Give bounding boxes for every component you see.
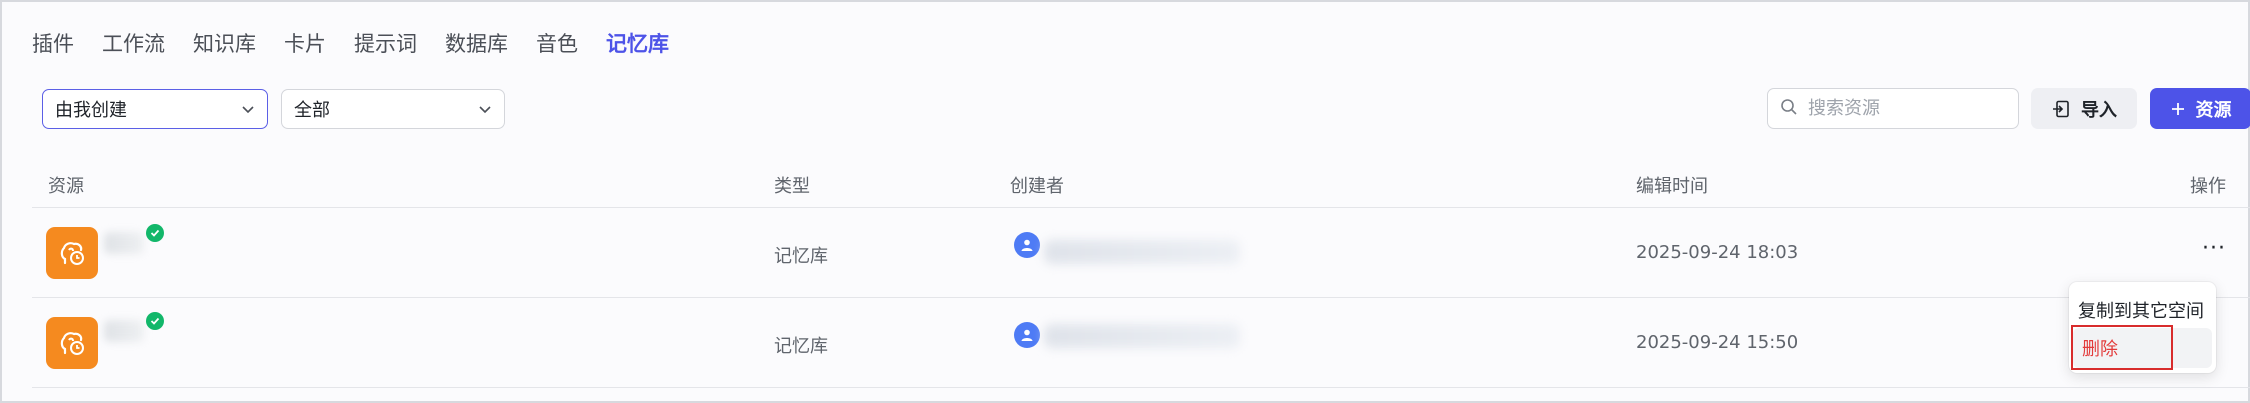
search-icon [1780, 98, 1798, 120]
add-resource-label: 资源 [2195, 99, 2232, 120]
memory-icon [46, 227, 98, 279]
header-type: 类型 [774, 176, 810, 197]
chevron-down-icon [241, 102, 255, 116]
type-filter-value: 全部 [294, 100, 330, 121]
delete-highlight-box [2071, 325, 2173, 370]
import-button[interactable]: 导入 [2031, 88, 2137, 129]
table-row[interactable]: 记忆库 2025-09-24 18:03 ··· [32, 208, 2250, 298]
chevron-down-icon [478, 102, 492, 116]
search-input[interactable] [1808, 98, 2008, 119]
header-operations: 操作 [2190, 176, 2226, 197]
plus-icon [2171, 102, 2184, 115]
tab-knowledge[interactable]: 知识库 [193, 28, 256, 58]
resource-type: 记忆库 [774, 246, 828, 267]
tab-databases[interactable]: 数据库 [445, 28, 508, 58]
page-frame: 插件 工作流 知识库 卡片 提示词 数据库 音色 记忆库 由我创建 全部 导入 [0, 0, 2250, 403]
header-edited-time: 编辑时间 [1636, 176, 1708, 197]
add-resource-button[interactable]: 资源 [2150, 88, 2250, 129]
owner-filter-select[interactable]: 由我创建 [42, 89, 268, 129]
creator-name-redacted [1044, 324, 1240, 348]
status-check-icon [146, 224, 164, 242]
header-creator: 创建者 [1010, 176, 1064, 197]
resource-name-redacted [104, 320, 144, 342]
search-box[interactable] [1767, 88, 2019, 129]
edited-time: 2025-09-24 18:03 [1636, 242, 1799, 263]
tab-workflows[interactable]: 工作流 [102, 28, 165, 58]
tab-cards[interactable]: 卡片 [284, 28, 326, 58]
memory-icon [46, 317, 98, 369]
more-actions-icon[interactable]: ··· [2202, 236, 2226, 261]
header-resource: 资源 [48, 176, 84, 197]
user-avatar-icon [1014, 232, 1040, 258]
owner-filter-value: 由我创建 [55, 100, 127, 121]
tab-plugins[interactable]: 插件 [32, 28, 74, 58]
edited-time: 2025-09-24 15:50 [1636, 332, 1799, 353]
status-check-icon [146, 312, 164, 330]
resource-name-redacted [104, 232, 144, 254]
resource-tabs: 插件 工作流 知识库 卡片 提示词 数据库 音色 记忆库 [32, 28, 697, 58]
menu-item-copy-to-space[interactable]: 复制到其它空间 [2069, 290, 2216, 330]
tab-memory[interactable]: 记忆库 [606, 28, 669, 58]
table-row[interactable]: 记忆库 2025-09-24 15:50 [32, 298, 2250, 388]
tab-prompts[interactable]: 提示词 [354, 28, 417, 58]
user-avatar-icon [1014, 322, 1040, 348]
import-label: 导入 [2081, 99, 2117, 120]
tab-voices[interactable]: 音色 [536, 28, 578, 58]
creator-name-redacted [1044, 240, 1240, 264]
table-header: 资源 类型 创建者 编辑时间 操作 [32, 162, 2250, 208]
import-icon [2053, 100, 2069, 117]
resource-type: 记忆库 [774, 336, 828, 357]
type-filter-select[interactable]: 全部 [281, 89, 505, 129]
